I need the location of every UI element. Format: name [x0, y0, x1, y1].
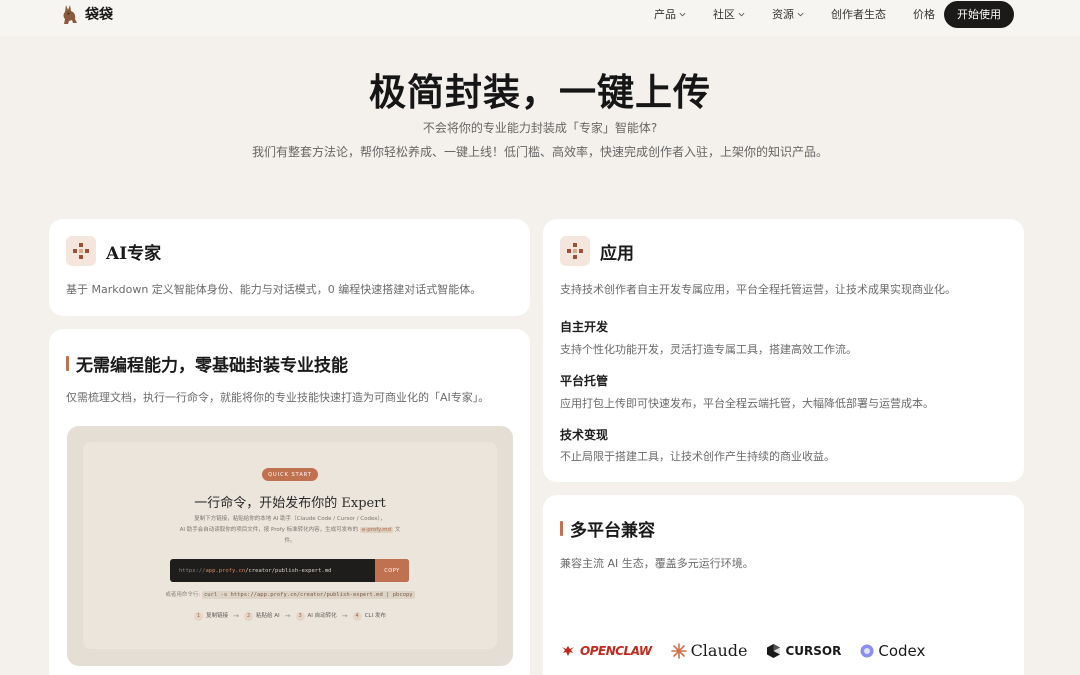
multi-platform-title: 多平台兼容 [570, 521, 655, 541]
cmd-prefix: https:// [179, 567, 206, 574]
step-number: 1 [194, 611, 204, 621]
start-button[interactable]: 开始使用 [944, 0, 1014, 28]
step-number: 3 [295, 611, 305, 621]
no-code-card: 无需编程能力，零基础封装专业技能 仅需梳理文档，执行一行命令，就能将你的专业技能… [49, 329, 530, 675]
quick-start-description: 复制下方链接，粘贴给你的本地 AI 助手（Claude Code / Curso… [175, 514, 405, 547]
step-label: 粘贴给 AI [256, 613, 280, 619]
nav-resources[interactable]: 资源 [772, 6, 804, 22]
nav-pricing-label: 价格 [913, 8, 935, 21]
alt-command-code[interactable]: curl -s https://app.profy.cn/creator/pub… [201, 591, 415, 599]
step-label: CLI 发布 [364, 613, 386, 619]
quick-start-desc-line1: 复制下方链接，粘贴给你的本地 AI 助手（Claude Code / Curso… [194, 516, 386, 522]
arrow-right-icon: → [341, 611, 348, 620]
openclaw-wordmark: OPENCLAW [580, 643, 652, 658]
quick-start-title: 一行命令，开始发布你的 Expert [194, 496, 386, 511]
command-url: https://app.profy.cn/creator/publish-exp… [170, 568, 375, 574]
multi-platform-card: 多平台兼容 兼容主流 AI 生态，覆盖多元运行环境。 OPENCLAW Clau… [543, 495, 1024, 675]
hero-title: 极简封装，一键上传 [369, 70, 711, 114]
nav-pricing[interactable]: 价格 [913, 6, 935, 22]
nav-community[interactable]: 社区 [713, 6, 745, 22]
hero-description: 我们有整套方法论，帮你轻松养成、一键上线！低门槛、高效率，快速完成创作者入驻，上… [252, 145, 829, 159]
feature-text: 应用打包上传即可快速发布，平台全程云端托管，大幅降低部署与运营成本。 [560, 397, 934, 410]
multi-platform-text: 兼容主流 AI 生态，覆盖多元运行环境。 [560, 557, 754, 570]
feature-text: 不止局限于搭建工具，让技术创作产生持续的商业收益。 [560, 450, 835, 463]
command-box[interactable]: https://app.profy.cn/creator/publish-exp… [170, 559, 409, 582]
brand-name: 袋袋 [85, 7, 113, 23]
cursor-wordmark: CURSOR [785, 643, 842, 658]
apps-title: 应用 [600, 243, 634, 264]
openclaw-logo: OPENCLAW [560, 644, 652, 658]
accent-bar [560, 521, 563, 536]
step-number: 2 [244, 611, 254, 621]
nav-product-label: 产品 [654, 8, 676, 21]
steps-row: 1 复制链接 → 2 粘贴给 AI → 3 AI 自动转化 → 4 CLI 发布 [67, 611, 513, 621]
chevron-down-icon [797, 12, 804, 16]
step-item: 4 CLI 发布 [352, 611, 386, 621]
diamond-pattern-icon [560, 236, 590, 266]
brand[interactable]: 袋袋 [60, 3, 113, 25]
platform-logos: OPENCLAW Claude CURSOR Codex [560, 641, 925, 660]
filename-code: e-profy.md [359, 527, 394, 533]
top-nav-bar: 袋袋 产品 社区 资源 创作者生态 价格 开始使用 [0, 0, 1080, 36]
alt-command: 或者用命令行: curl -s https://app.profy.cn/cre… [67, 590, 513, 599]
feature-title: 自主开发 [560, 320, 609, 334]
nav-resources-label: 资源 [772, 8, 794, 21]
copy-button[interactable]: COPY [375, 559, 409, 582]
cursor-logo: CURSOR [766, 643, 841, 659]
no-code-title: 无需编程能力，零基础封装专业技能 [76, 356, 348, 376]
step-item: 2 粘贴给 AI [244, 611, 280, 621]
ai-expert-card[interactable]: AI专家 基于 Markdown 定义智能体身份、能力与对话模式，0 编程快速搭… [49, 219, 530, 316]
lobster-icon [562, 645, 574, 656]
cmd-path: /creator/publish-expert.md [245, 567, 332, 574]
hero-subtitle: 不会将你的专业能力封装成「专家」智能体? [422, 121, 658, 135]
cursor-cube-icon [767, 643, 781, 658]
feature-title: 平台托管 [560, 374, 609, 388]
nav-community-label: 社区 [713, 8, 735, 21]
alt-command-label: 或者用命令行: [165, 592, 201, 598]
ai-expert-text: 基于 Markdown 定义智能体身份、能力与对话模式，0 编程快速搭建对话式智… [66, 283, 482, 296]
quick-start-preview: QUICK START 一行命令，开始发布你的 Expert 复制下方链接，粘贴… [67, 426, 513, 666]
ai-expert-title: AI专家 [106, 243, 162, 264]
codex-icon [860, 644, 874, 657]
feature-title: 技术变现 [560, 428, 609, 442]
diamond-pattern-icon [66, 236, 96, 266]
step-item: 1 复制链接 [194, 611, 228, 621]
nav-creator-ecosystem-label: 创作者生态 [831, 8, 886, 21]
codex-wordmark: Codex [878, 641, 926, 660]
nav-creator-ecosystem[interactable]: 创作者生态 [831, 6, 886, 22]
chevron-down-icon [738, 12, 745, 16]
arrow-right-icon: → [233, 611, 240, 620]
apps-card[interactable]: 应用 支持技术创作者自主开发专属应用，平台全程托管运营，让技术成果实现商业化。 … [543, 219, 1024, 482]
apps-text: 支持技术创作者自主开发专属应用，平台全程托管运营，让技术成果实现商业化。 [560, 283, 956, 296]
claude-logo: Claude [670, 641, 748, 660]
no-code-text: 仅需梳理文档，执行一行命令，就能将你的专业技能快速打造为可商业化的「AI专家」。 [66, 391, 490, 404]
step-label: AI 自动转化 [307, 613, 337, 619]
arrow-right-icon: → [284, 611, 291, 620]
cmd-host: app.profy.cn [205, 567, 246, 574]
quick-start-desc-line2: AI 助手会自动读取你的项目文件，按 Profy 标准转化内容，生成可发布的 [179, 527, 359, 533]
feature-text: 支持个性化功能开发，灵活打造专属工具，搭建高效工作流。 [560, 343, 857, 356]
accent-bar [66, 356, 69, 371]
claude-wordmark: Claude [690, 641, 748, 660]
chevron-down-icon [679, 12, 686, 16]
step-item: 3 AI 自动转化 [295, 611, 337, 621]
step-number: 4 [352, 611, 362, 621]
kangaroo-logo-icon [63, 5, 77, 24]
quick-start-badge: QUICK START [262, 468, 318, 481]
main-nav: 产品 社区 资源 创作者生态 价格 开始使用 [654, 0, 1014, 28]
step-label: 复制链接 [206, 613, 229, 619]
claude-starburst-icon [670, 642, 687, 659]
codex-logo: Codex [860, 642, 925, 660]
nav-product[interactable]: 产品 [654, 6, 686, 22]
